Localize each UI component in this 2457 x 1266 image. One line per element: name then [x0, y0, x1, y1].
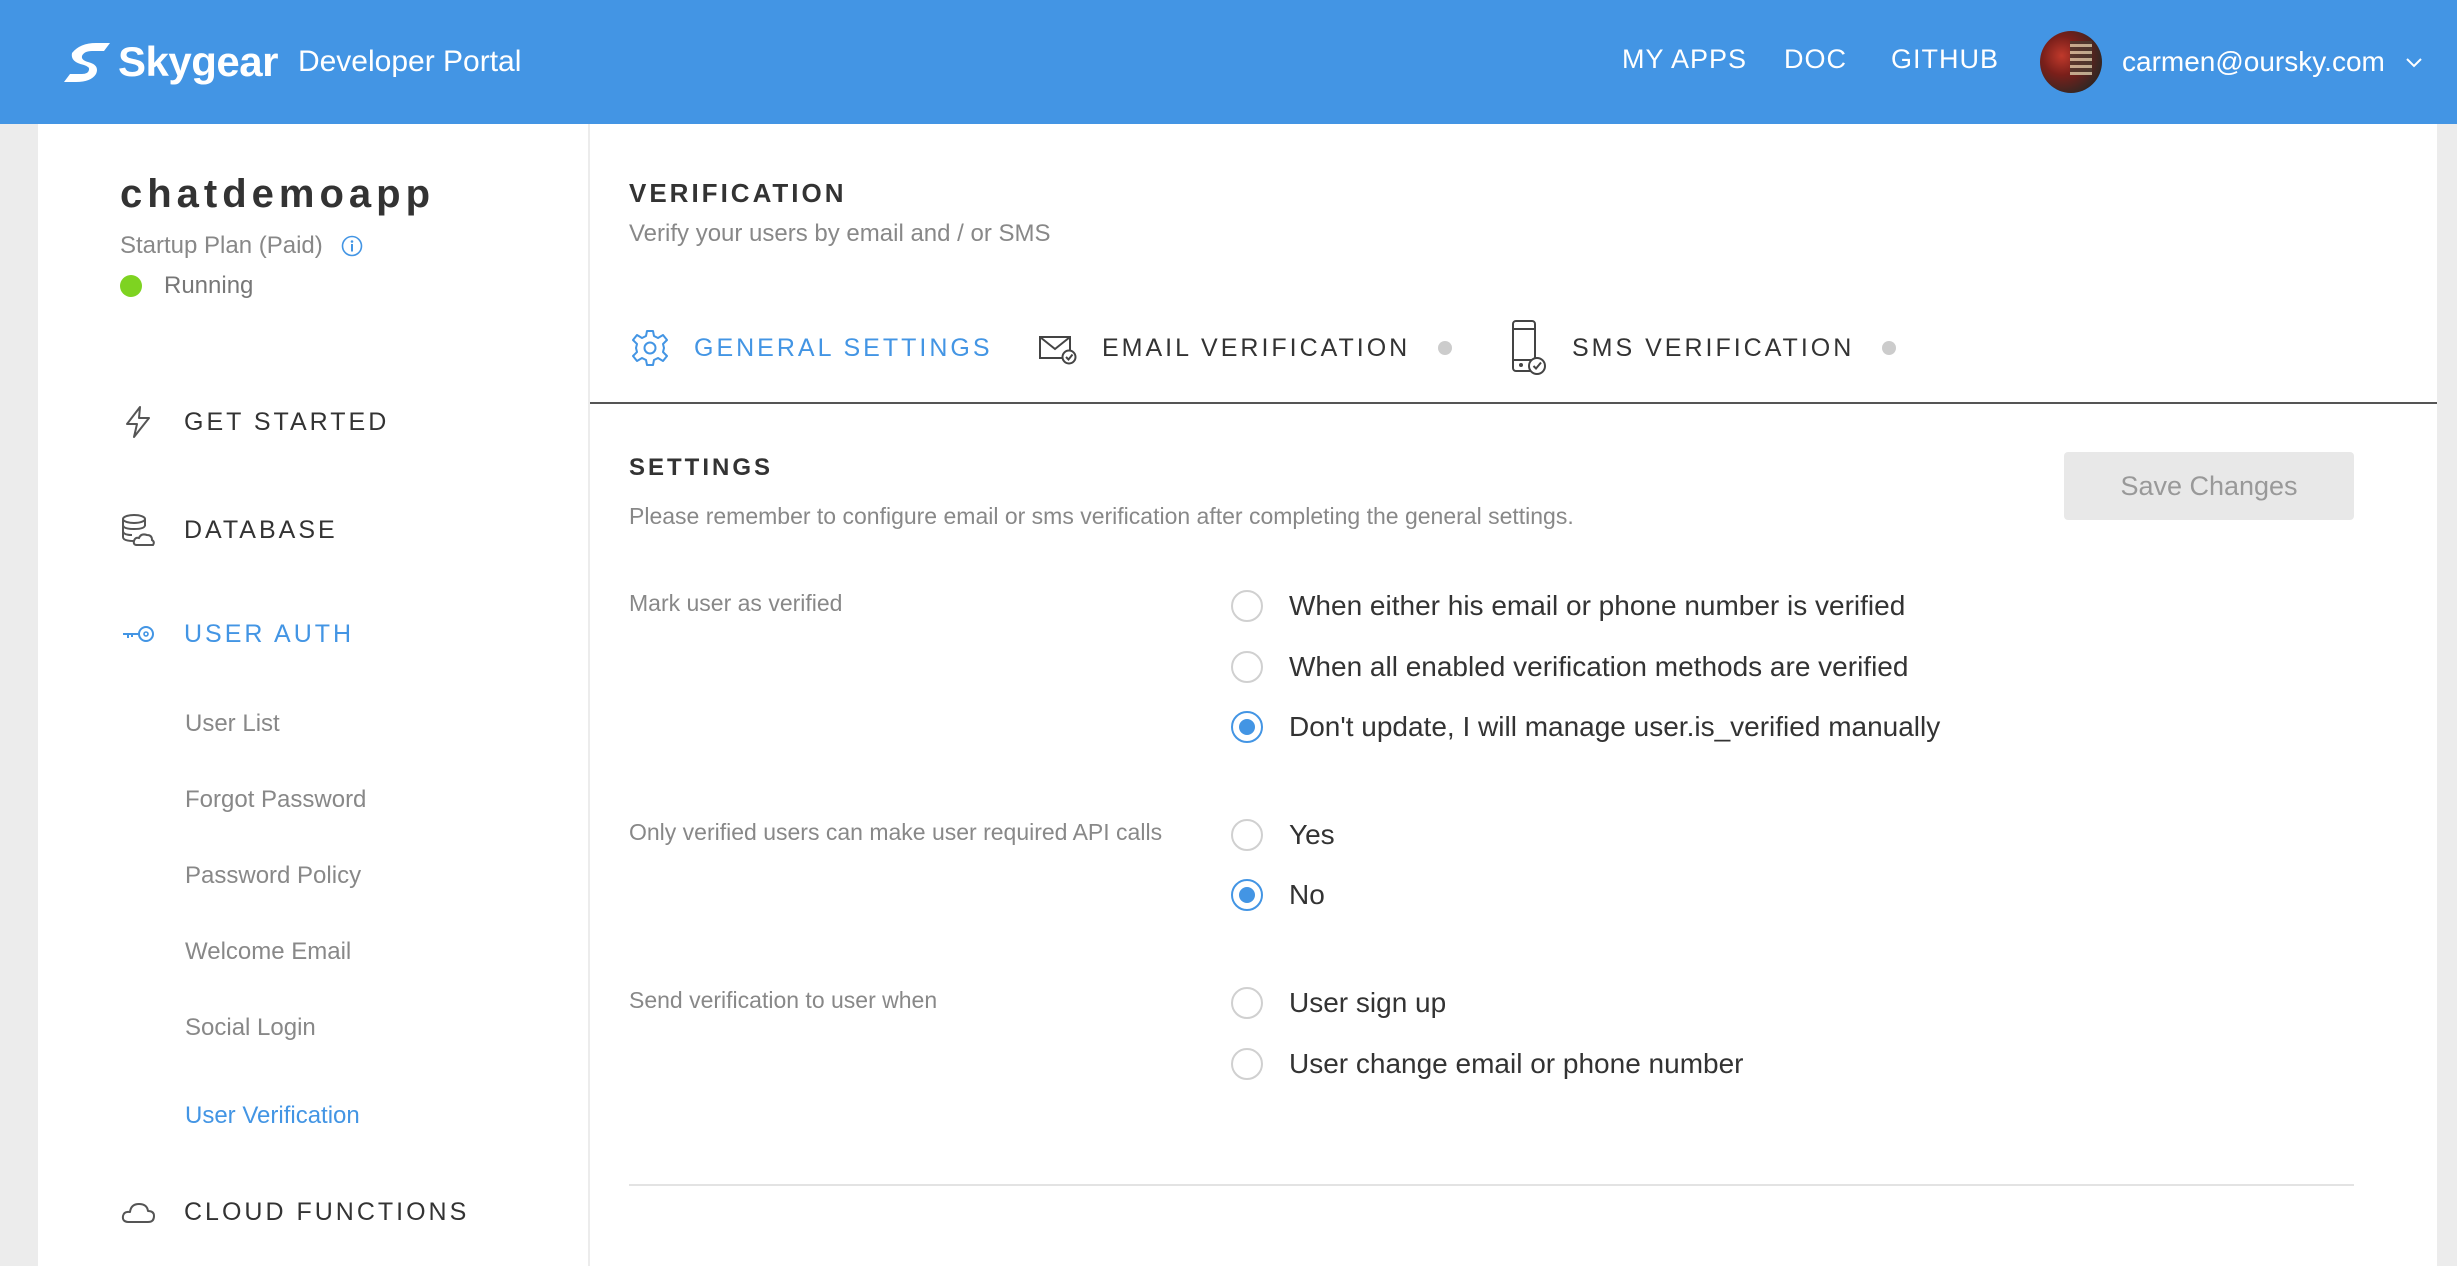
sidebar-subitem-social-login[interactable]: Social Login — [185, 1014, 316, 1042]
sidebar: chatdemoapp Startup Plan (Paid) Running … — [38, 124, 588, 1266]
sidebar-item-label: GET STARTED — [184, 407, 390, 436]
sidebar-item-label: DATABASE — [184, 515, 338, 544]
database-icon — [122, 514, 155, 546]
radio-label: Don't update, I will manage user.is_veri… — [1289, 711, 1941, 742]
radio-label: User sign up — [1289, 987, 1447, 1018]
radio-option[interactable]: User change email or phone number — [1231, 1048, 1743, 1080]
key-icon — [123, 626, 154, 642]
chevron-down-icon — [2406, 58, 2422, 68]
plan-label: Startup Plan (Paid) — [120, 232, 363, 260]
sidebar-item-label: CLOUD FUNCTIONS — [184, 1197, 470, 1226]
nav-github[interactable]: GITHUB — [1891, 44, 1999, 75]
radio-label: Yes — [1289, 819, 1335, 850]
status-dot-icon — [120, 275, 142, 297]
radio-option[interactable]: No — [1231, 879, 1325, 911]
radio-option[interactable]: Yes — [1231, 819, 1335, 851]
tab-sms-verification[interactable]: SMS VERIFICATION — [1508, 318, 1897, 378]
plan-text: Startup Plan (Paid) — [120, 232, 323, 259]
field-label-mark-verified: Mark user as verified — [629, 590, 843, 616]
field-label-verified-api: Only verified users can make user requir… — [629, 819, 1163, 845]
tab-divider — [590, 402, 2437, 404]
sidebar-subitem-user-verification[interactable]: User Verification — [185, 1102, 360, 1130]
sidebar-item-label: USER AUTH — [184, 619, 355, 648]
sidebar-subitem-forgot-password[interactable]: Forgot Password — [185, 786, 366, 814]
tab-status-dot — [1882, 341, 1897, 355]
tab-email-verification[interactable]: EMAIL VERIFICATION — [1038, 318, 1453, 378]
tab-label: EMAIL VERIFICATION — [1102, 333, 1411, 362]
save-changes-button[interactable]: Save Changes — [2064, 452, 2354, 520]
page-subtitle: Verify your users by email and / or SMS — [629, 220, 1051, 247]
radio-option[interactable]: User sign up — [1231, 987, 1446, 1019]
nav-doc[interactable]: DOC — [1784, 44, 1847, 75]
radio-option[interactable]: When all enabled verification methods ar… — [1231, 651, 1908, 683]
field-label-send-verification: Send verification to user when — [629, 987, 938, 1013]
sidebar-item-get-started[interactable]: GET STARTED — [120, 404, 389, 440]
sidebar-subitem-welcome-email[interactable]: Welcome Email — [185, 938, 351, 966]
radio-button[interactable] — [1231, 590, 1263, 622]
user-email: carmen@oursky.com — [2122, 46, 2385, 77]
section-divider — [629, 1184, 2354, 1186]
gear-icon — [632, 330, 668, 366]
radio-button[interactable] — [1231, 651, 1263, 683]
app-name: chatdemoapp — [120, 172, 436, 216]
radio-label: User change email or phone number — [1289, 1048, 1744, 1079]
radio-button-selected[interactable] — [1231, 711, 1263, 743]
tab-label: GENERAL SETTINGS — [694, 333, 993, 362]
tab-general-settings[interactable]: GENERAL SETTINGS — [630, 318, 993, 378]
info-icon[interactable] — [341, 235, 363, 257]
phone-check-icon — [1512, 320, 1546, 375]
radio-button[interactable] — [1231, 987, 1263, 1019]
settings-subtitle: Please remember to configure email or sm… — [629, 503, 1574, 529]
page-title: VERIFICATION — [629, 178, 847, 208]
user-menu[interactable]: carmen@oursky.com — [2040, 30, 2423, 94]
tab-label: SMS VERIFICATION — [1572, 333, 1855, 362]
nav-my-apps[interactable]: MY APPS — [1622, 44, 1747, 75]
radio-label: When either his email or phone number is… — [1289, 590, 1906, 621]
lightning-icon — [126, 406, 150, 438]
sidebar-item-cloud-functions[interactable]: CLOUD FUNCTIONS — [120, 1194, 469, 1230]
radio-option[interactable]: Don't update, I will manage user.is_veri… — [1231, 711, 1940, 743]
radio-button[interactable] — [1231, 1048, 1263, 1080]
sidebar-subitem-password-policy[interactable]: Password Policy — [185, 862, 361, 890]
status-text: Running — [164, 272, 254, 299]
brand-subtitle: Developer Portal — [297, 45, 522, 78]
sidebar-item-database[interactable]: DATABASE — [120, 512, 338, 548]
sidebar-item-user-auth[interactable]: USER AUTH — [120, 616, 354, 652]
main-panel: VERIFICATION Verify your users by email … — [590, 124, 2437, 1266]
tab-status-dot — [1438, 341, 1453, 355]
app-status: Running — [120, 272, 253, 300]
radio-option[interactable]: When either his email or phone number is… — [1231, 590, 1905, 622]
top-bar: Skygear Developer Portal MY APPS DOC GIT… — [0, 0, 2457, 124]
skygear-logo-icon — [64, 43, 110, 82]
radio-label: No — [1289, 879, 1325, 910]
avatar — [2040, 31, 2102, 93]
sidebar-subitem-user-list[interactable]: User List — [185, 710, 280, 738]
radio-button-selected[interactable] — [1231, 879, 1263, 911]
settings-title: SETTINGS — [629, 454, 774, 481]
skygear-logo[interactable]: Skygear Developer Portal — [62, 36, 521, 88]
brand-name: Skygear — [118, 38, 278, 85]
radio-label: When all enabled verification methods ar… — [1289, 651, 1909, 682]
radio-button[interactable] — [1231, 819, 1263, 851]
envelope-check-icon — [1039, 336, 1077, 365]
cloud-icon — [121, 1203, 155, 1223]
